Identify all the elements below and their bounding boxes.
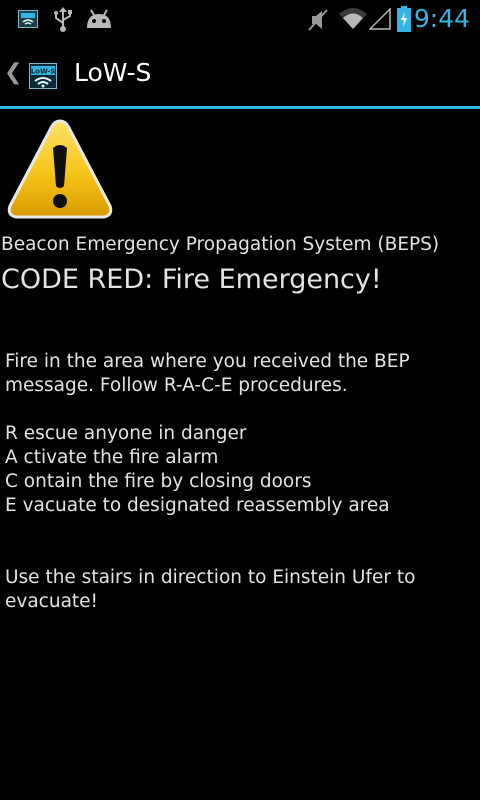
action-bar-divider	[0, 106, 480, 109]
alert-title: CODE RED: Fire Emergency!	[1, 264, 382, 295]
battery-icon	[397, 6, 411, 36]
signal-icon	[368, 7, 391, 34]
up-navigation-icon[interactable]: ❮	[4, 60, 22, 86]
warning-icon	[7, 118, 113, 224]
race-step-rescue: R escue anyone in danger	[5, 423, 247, 444]
android-debug-icon	[85, 8, 113, 34]
status-bar: 9:44	[0, 0, 480, 38]
usb-icon	[53, 7, 73, 37]
message-line: message. Follow R-A-C-E procedures.	[5, 375, 348, 396]
action-bar: ❮ LoW-S LoW-S	[0, 38, 480, 107]
vibrate-off-icon	[306, 8, 330, 36]
wifi-icon	[338, 6, 368, 34]
instruction-line: evacuate!	[5, 591, 98, 612]
app-title: LoW-S	[74, 58, 152, 87]
status-clock: 9:44	[413, 4, 470, 33]
alert-message: Fire in the area where you received the …	[5, 350, 475, 614]
app-logo-icon[interactable]: LoW-S	[29, 63, 57, 93]
app-notification-icon	[18, 10, 38, 32]
race-step-evacuate: E vacuate to designated reassembly area	[5, 495, 390, 516]
app-logo-text: LoW-S	[31, 68, 56, 76]
instruction-line: Use the stairs in direction to Einstein …	[5, 567, 416, 588]
message-line: Fire in the area where you received the …	[5, 351, 410, 372]
system-name: Beacon Emergency Propagation System (BEP…	[1, 234, 440, 255]
race-step-contain: C ontain the fire by closing doors	[5, 471, 312, 492]
race-step-activate: A ctivate the fire alarm	[5, 447, 219, 468]
